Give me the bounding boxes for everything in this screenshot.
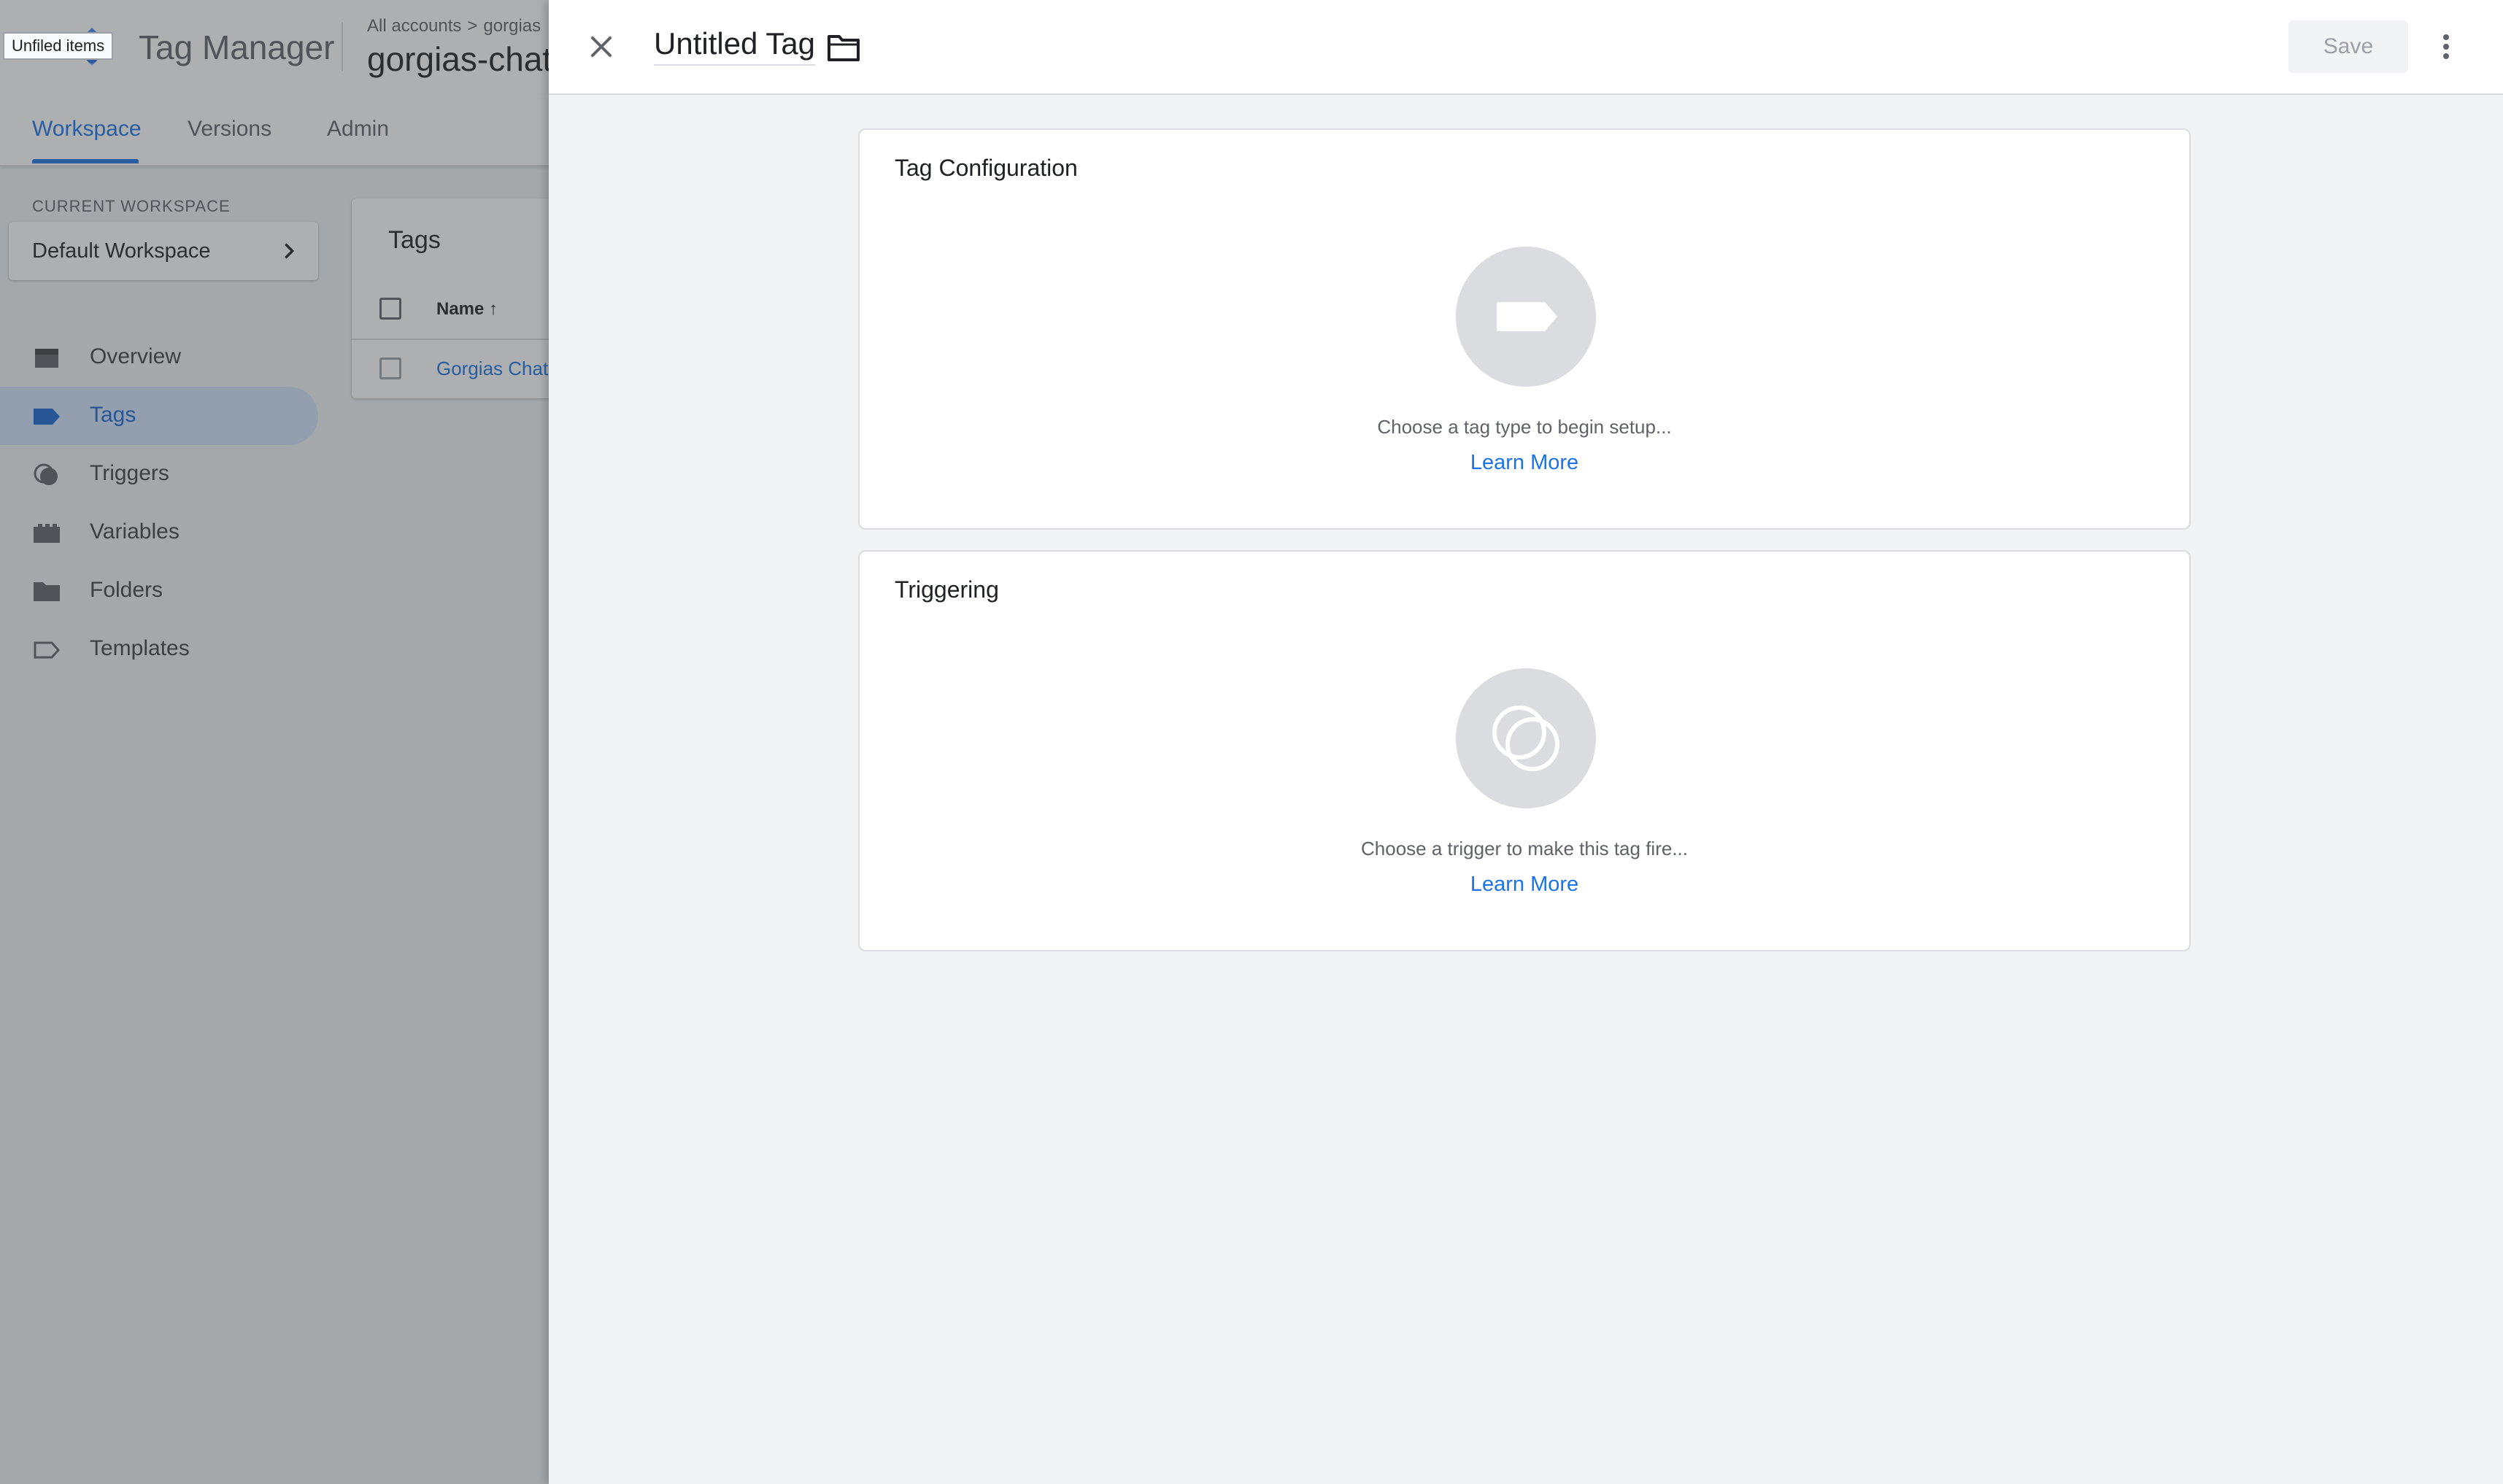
tooltip: Unfiled items bbox=[3, 32, 114, 60]
triggering-hint: Choose a trigger to make this tag fire..… bbox=[1361, 838, 1688, 859]
tag-configuration-card[interactable]: Tag Configuration Choose a tag type to b… bbox=[858, 128, 2191, 530]
triggering-title: Triggering bbox=[895, 576, 999, 603]
tag-editor-panel: Untitled Tag Save Tag Configuration Choo… bbox=[549, 0, 2503, 1484]
trigger-placeholder[interactable] bbox=[1456, 668, 1596, 808]
more-vert-icon[interactable] bbox=[2439, 29, 2453, 64]
learn-more-link: Learn More bbox=[860, 451, 2189, 475]
close-icon[interactable] bbox=[584, 29, 619, 64]
save-button[interactable]: Save bbox=[2288, 20, 2408, 73]
tag-icon bbox=[1497, 302, 1557, 331]
triggering-card[interactable]: Triggering Choose a trigger to make this… bbox=[858, 550, 2191, 951]
folder-icon[interactable] bbox=[826, 32, 861, 64]
tag-type-placeholder[interactable] bbox=[1456, 247, 1596, 387]
modal-scrim[interactable] bbox=[0, 0, 549, 1484]
tag-editor-header: Untitled Tag Save bbox=[549, 0, 2503, 95]
learn-more-link: Learn More bbox=[860, 873, 2189, 897]
tag-configuration-learn-more[interactable]: Learn More bbox=[1470, 451, 1578, 474]
tag-configuration-hint: Choose a tag type to begin setup... bbox=[1377, 416, 1672, 438]
trigger-icon bbox=[1492, 706, 1559, 771]
triggering-learn-more[interactable]: Learn More bbox=[1470, 873, 1578, 896]
tag-configuration-title: Tag Configuration bbox=[895, 155, 1078, 181]
tag-name-field[interactable]: Untitled Tag bbox=[654, 26, 816, 66]
